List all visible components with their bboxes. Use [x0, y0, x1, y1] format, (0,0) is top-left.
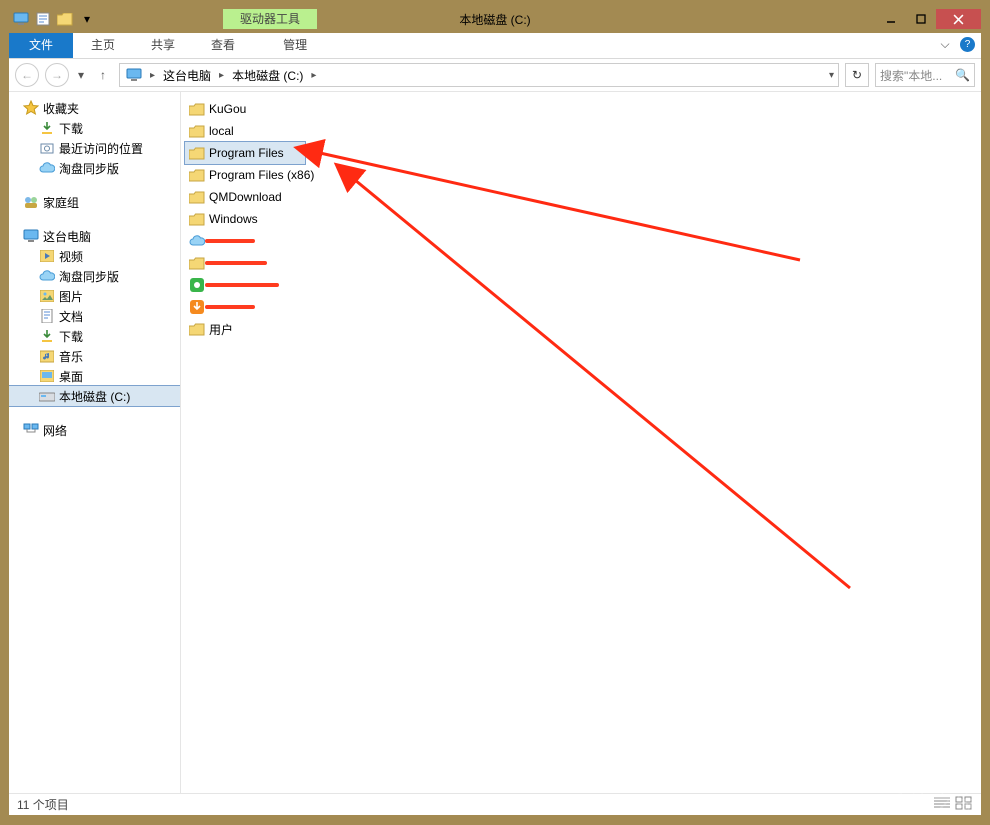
- chevron-right-icon[interactable]: ▸: [217, 70, 226, 81]
- folder-icon: [189, 321, 205, 337]
- video-icon: [39, 248, 55, 264]
- recent-icon: [39, 140, 55, 156]
- cloud-icon: [39, 160, 55, 176]
- folder-icon: [189, 123, 205, 139]
- file-label: Windows: [209, 212, 258, 226]
- download-icon: [39, 120, 55, 136]
- crumb-pc[interactable]: 这台电脑: [159, 67, 215, 84]
- file-item[interactable]: Windows: [185, 208, 305, 230]
- file-item[interactable]: KuGou: [185, 98, 305, 120]
- drive-icon: [39, 388, 55, 404]
- file-item[interactable]: local: [185, 120, 305, 142]
- music-icon: [39, 348, 55, 364]
- qat-newfolder-icon[interactable]: [55, 9, 75, 29]
- sidebar-item-taopan[interactable]: 淘盘同步版: [9, 158, 180, 178]
- redaction-mark: [205, 239, 255, 243]
- app-orange-icon: [189, 299, 205, 315]
- redaction-mark: [205, 305, 255, 309]
- folder-icon: [189, 145, 205, 161]
- file-label: QMDownload: [209, 190, 282, 204]
- tree-header-favorites[interactable]: 收藏夹: [9, 98, 180, 118]
- forward-button[interactable]: →: [45, 63, 69, 87]
- tab-home[interactable]: 主页: [73, 33, 133, 58]
- sidebar-item-drive-c[interactable]: 本地磁盘 (C:): [9, 386, 180, 406]
- file-label: Program Files (x86): [209, 168, 314, 182]
- navigation-pane[interactable]: 收藏夹 下载 最近访问的位置 淘盘同步版 家庭: [9, 92, 181, 793]
- file-item[interactable]: Program Files (x86): [185, 164, 318, 186]
- back-button[interactable]: ←: [15, 63, 39, 87]
- qat-dropdown-icon[interactable]: ▾: [77, 9, 97, 29]
- minimize-button[interactable]: [876, 9, 906, 29]
- tab-manage[interactable]: 管理: [265, 33, 325, 58]
- tree-header-thispc[interactable]: 这台电脑: [9, 226, 180, 246]
- cloud-icon: [189, 233, 205, 249]
- homegroup-icon: [23, 194, 39, 210]
- tab-view[interactable]: 查看: [193, 33, 253, 58]
- up-button[interactable]: ↑: [93, 65, 113, 85]
- view-details-icon[interactable]: [933, 796, 951, 813]
- folder-icon: [189, 189, 205, 205]
- sidebar-item-desktop[interactable]: 桌面: [9, 366, 180, 386]
- sidebar-item-music[interactable]: 音乐: [9, 346, 180, 366]
- tree-header-network[interactable]: 网络: [9, 420, 180, 440]
- search-icon: 🔍: [955, 68, 970, 82]
- sidebar-item-downloads[interactable]: 下载: [9, 118, 180, 138]
- view-thumbnails-icon[interactable]: [955, 796, 973, 813]
- app-icon: [11, 9, 31, 29]
- sidebar-item-taopan-2[interactable]: 淘盘同步版: [9, 266, 180, 286]
- download-icon: [39, 328, 55, 344]
- file-label: 用户: [209, 321, 233, 338]
- search-input[interactable]: 搜索"本地... 🔍: [875, 63, 975, 87]
- contextual-tab-drive-tools[interactable]: 驱动器工具: [223, 9, 317, 29]
- qat-properties-icon[interactable]: [33, 9, 53, 29]
- breadcrumb[interactable]: ▸ 这台电脑 ▸ 本地磁盘 (C:) ▸ ▾: [119, 63, 839, 87]
- desktop-icon: [39, 368, 55, 384]
- close-button[interactable]: [936, 9, 981, 29]
- star-icon: [23, 100, 39, 116]
- sidebar-item-videos[interactable]: 视频: [9, 246, 180, 266]
- recent-locations-dropdown[interactable]: ▾: [75, 63, 87, 87]
- sidebar-item-recent[interactable]: 最近访问的位置: [9, 138, 180, 158]
- title-bar: ▾ 驱动器工具 本地磁盘 (C:): [9, 9, 981, 33]
- file-item[interactable]: 用户: [185, 318, 305, 340]
- breadcrumb-dropdown-icon[interactable]: ▾: [827, 70, 836, 81]
- ribbon-tabs: 文件 主页 共享 查看 管理 ⌵ ?: [9, 33, 981, 59]
- computer-icon: [23, 228, 39, 244]
- status-bar: 11 个项目: [9, 793, 981, 815]
- sidebar-item-documents[interactable]: 文档: [9, 306, 180, 326]
- file-label: Program Files: [209, 146, 284, 160]
- window-title: 本地磁盘 (C:): [9, 11, 981, 28]
- maximize-button[interactable]: [906, 9, 936, 29]
- item-count: 11 个项目: [17, 796, 69, 813]
- search-placeholder: 搜索"本地...: [880, 67, 942, 84]
- chevron-right-icon[interactable]: ▸: [309, 70, 318, 81]
- help-icon[interactable]: ?: [960, 37, 975, 52]
- sidebar-item-downloads-2[interactable]: 下载: [9, 326, 180, 346]
- redaction-mark: [205, 283, 279, 287]
- redaction-mark: [205, 261, 267, 265]
- file-list[interactable]: KuGou local Program Files Program Files (x8…: [181, 92, 981, 793]
- folder-icon: [189, 211, 205, 227]
- folder-icon: [189, 101, 205, 117]
- tab-file[interactable]: 文件: [9, 33, 73, 58]
- chevron-right-icon[interactable]: ▸: [148, 70, 157, 81]
- network-icon: [23, 422, 39, 438]
- file-label: local: [209, 124, 234, 138]
- address-bar: ← → ▾ ↑ ▸ 这台电脑 ▸ 本地磁盘 (C:) ▸ ▾ ↻ 搜索"本地..…: [9, 59, 981, 91]
- refresh-button[interactable]: ↻: [845, 63, 869, 87]
- tab-share[interactable]: 共享: [133, 33, 193, 58]
- file-item[interactable]: QMDownload: [185, 186, 305, 208]
- folder-icon: [189, 255, 205, 271]
- document-icon: [39, 308, 55, 324]
- file-label: KuGou: [209, 102, 246, 116]
- cloud-icon: [39, 268, 55, 284]
- folder-icon: [189, 167, 205, 183]
- picture-icon: [39, 288, 55, 304]
- tree-header-homegroup[interactable]: 家庭组: [9, 192, 180, 212]
- crumb-drive[interactable]: 本地磁盘 (C:): [228, 67, 307, 84]
- expand-ribbon-icon[interactable]: ⌵: [938, 38, 952, 52]
- file-item[interactable]: Program Files: [185, 142, 305, 164]
- sidebar-item-pictures[interactable]: 图片: [9, 286, 180, 306]
- app-green-icon: [189, 277, 205, 293]
